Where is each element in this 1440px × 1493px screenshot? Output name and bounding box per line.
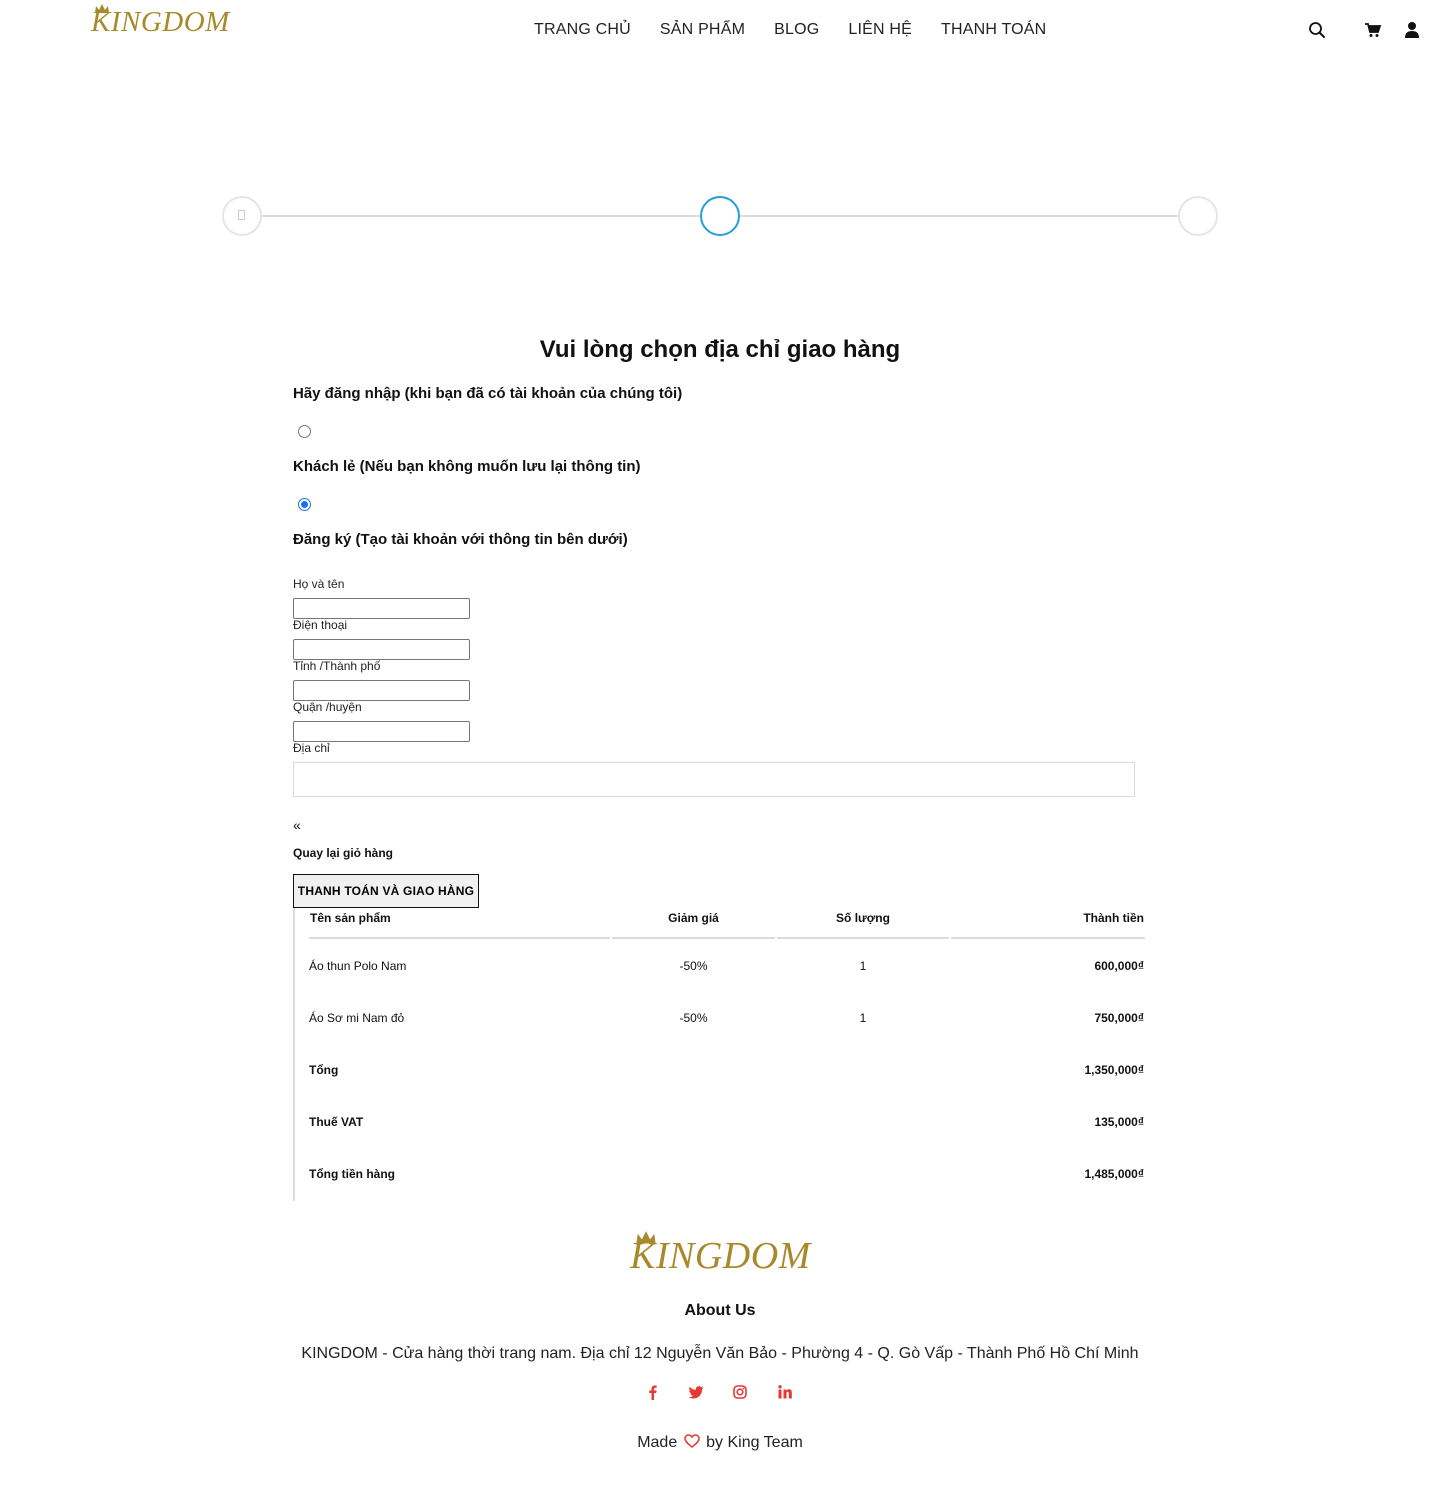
login-radio[interactable]	[298, 425, 311, 438]
stepper-step-address	[700, 196, 740, 236]
stepper-step-cart	[222, 196, 262, 236]
about-title: About Us	[684, 1302, 756, 1319]
row-2-discount: -50%	[679, 1011, 708, 1025]
col-header-discount: Giảm giá	[668, 911, 719, 925]
summary-subtotal-value: 1,350,000₫	[1084, 1063, 1144, 1077]
brand-logo-text: KINGDOM	[91, 6, 230, 38]
brand-logo[interactable]: KINGDOM	[91, 4, 230, 39]
crown-icon	[636, 1231, 656, 1244]
row-1-quantity: 1	[859, 959, 867, 973]
made-prefix: Made	[637, 1434, 678, 1451]
summary-total-label: Tổng tiền hàng	[309, 1167, 395, 1181]
nav-item-products[interactable]: SẢN PHẨM	[660, 21, 745, 39]
twitter-icon[interactable]	[688, 1384, 704, 1400]
nav-item-blog[interactable]: BLOG	[774, 21, 819, 39]
footer-logo-text: KINGDOM	[630, 1235, 811, 1277]
district-label: Quận /huyện	[293, 700, 362, 714]
footer-logo: KINGDOM	[630, 1231, 811, 1278]
table-left-border	[293, 908, 295, 1201]
instagram-icon[interactable]	[732, 1384, 748, 1400]
back-to-cart-link[interactable]: Quay lại giỏ hàng	[293, 846, 393, 860]
cart-step-icon	[238, 210, 245, 220]
stepper-line-1	[260, 215, 702, 217]
header-divider	[777, 937, 949, 939]
about-text: KINGDOM - Cửa hàng thời trang nam. Địa c…	[301, 1345, 1139, 1362]
row-2-quantity: 1	[859, 1011, 867, 1025]
summary-vat-label: Thuế VAT	[309, 1115, 364, 1129]
phone-label: Điện thoại	[293, 618, 348, 632]
heart-icon	[683, 1434, 700, 1448]
province-input[interactable]	[293, 680, 470, 701]
row-1-amount: 600,000₫	[1094, 959, 1144, 973]
header-divider	[951, 937, 1145, 939]
district-input[interactable]	[293, 721, 470, 742]
summary-total-value: 1,485,000₫	[1084, 1167, 1144, 1181]
row-2-amount: 750,000₫	[1094, 1011, 1144, 1025]
address-label: Địa chỉ	[293, 741, 330, 755]
summary-vat-value: 135,000₫	[1094, 1115, 1144, 1129]
stepper-line-2	[738, 215, 1180, 217]
option-login-label: Hãy đăng nhập (khi bạn đã có tài khoản c…	[293, 385, 683, 402]
name-input[interactable]	[293, 598, 470, 619]
checkout-submit-button[interactable]: THANH TOÁN VÀ GIAO HÀNG	[293, 874, 479, 908]
crown-icon	[95, 4, 109, 13]
summary-subtotal-label: Tổng	[309, 1063, 339, 1077]
header-divider	[309, 937, 610, 939]
col-header-product: Tên sản phẩm	[310, 911, 391, 925]
guest-radio[interactable]	[298, 498, 311, 511]
row-1-discount: -50%	[679, 959, 708, 973]
phone-input[interactable]	[293, 639, 470, 660]
linkedin-icon[interactable]	[777, 1384, 793, 1400]
cart-icon[interactable]	[1364, 21, 1382, 39]
made-by-text: Made by King Team	[0, 1434, 1440, 1452]
row-2-product: Áo Sơ mi Nam đỏ	[309, 1011, 405, 1025]
col-header-quantity: Số lượng	[836, 911, 890, 925]
address-input[interactable]	[293, 762, 1135, 797]
search-icon[interactable]	[1308, 21, 1326, 39]
made-suffix: by King Team	[706, 1434, 803, 1451]
province-label: Tỉnh /Thành phố	[293, 659, 381, 673]
name-label: Họ và tên	[293, 577, 345, 591]
nav-item-contact[interactable]: LIÊN HỆ	[848, 21, 912, 39]
nav-item-home[interactable]: TRANG CHỦ	[534, 21, 631, 39]
col-header-amount: Thành tiền	[1083, 911, 1144, 925]
nav-item-checkout[interactable]: THANH TOÁN	[941, 21, 1046, 39]
main-nav: TRANG CHỦ SẢN PHẨM BLOG LIÊN HỆ THANH TO…	[534, 21, 1075, 39]
page-title: Vui lòng chọn địa chỉ giao hàng	[539, 336, 901, 363]
row-1-product: Áo thun Polo Nam	[309, 959, 407, 973]
option-register-label: Đăng ký (Tạo tài khoản với thông tin bên…	[293, 531, 628, 548]
stepper-step-payment	[1178, 196, 1218, 236]
header-divider	[612, 937, 775, 939]
back-arrow-icon[interactable]: «	[293, 817, 301, 833]
user-icon[interactable]	[1403, 21, 1421, 39]
facebook-icon[interactable]	[645, 1384, 661, 1400]
option-guest-label: Khách lẻ (Nếu bạn không muốn lưu lại thô…	[293, 458, 641, 475]
